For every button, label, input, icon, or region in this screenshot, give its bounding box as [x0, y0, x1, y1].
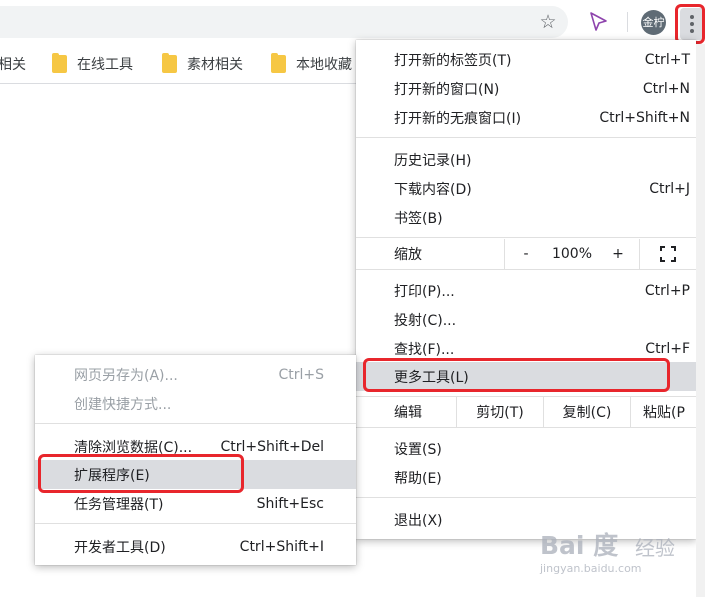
- bookmark-folder[interactable]: 在线工具: [52, 53, 133, 75]
- cursor-arrow-icon[interactable]: [585, 9, 611, 35]
- menu-item-label: 打开新的窗口(N): [394, 81, 500, 98]
- zoom-value: 100%: [551, 246, 593, 262]
- menu-item-label: 网页另存为(A)...: [74, 367, 178, 384]
- edit-row: 编辑 剪切(T) 复制(C) 粘贴(P: [356, 397, 696, 427]
- menu-item-shortcut: Ctrl+F: [645, 340, 690, 357]
- menu-item-label: 打印(P)...: [394, 283, 455, 300]
- menu-dot: [690, 22, 694, 26]
- bookmark-folder[interactable]: 素材相关: [162, 53, 243, 75]
- menu-item-history[interactable]: 历史记录(H): [356, 145, 696, 174]
- folder-icon: [271, 53, 286, 73]
- fullscreen-button[interactable]: [640, 239, 696, 269]
- menu-item-shortcut: Ctrl+Shift+I: [239, 538, 324, 555]
- bookmark-folder[interactable]: 相关: [0, 53, 26, 75]
- menu-item-shortcut: Ctrl+P: [644, 282, 690, 299]
- menu-item-help[interactable]: 帮助(E): [356, 463, 696, 492]
- menu-item-label: 创建快捷方式...: [74, 396, 172, 413]
- cut-button[interactable]: 剪切(T): [457, 397, 543, 427]
- bookmark-folder[interactable]: 本地收藏: [271, 53, 352, 75]
- submenu-item-save-page[interactable]: 网页另存为(A)... Ctrl+S: [35, 360, 356, 389]
- profile-avatar[interactable]: 金柠: [641, 10, 666, 35]
- folder-icon: [52, 53, 67, 73]
- menu-item-label: 打开新的标签页(T): [394, 52, 512, 69]
- zoom-label: 缩放: [394, 247, 422, 263]
- menu-item-shortcut: Ctrl+Shift+N: [599, 109, 690, 126]
- menu-item-new-window[interactable]: 打开新的窗口(N) Ctrl+N: [356, 74, 696, 103]
- menu-separator: [35, 423, 356, 424]
- menu-separator: [356, 237, 696, 238]
- menu-item-shortcut: Ctrl+N: [642, 80, 690, 97]
- menu-item-downloads[interactable]: 下载内容(D) Ctrl+J: [356, 174, 696, 203]
- menu-item-shortcut: Ctrl+J: [649, 180, 690, 197]
- copy-button[interactable]: 复制(C): [544, 397, 630, 427]
- submenu-item-task-manager[interactable]: 任务管理器(T) Shift+Esc: [35, 489, 356, 518]
- menu-item-label: 帮助(E): [394, 470, 442, 487]
- submenu-item-create-shortcut[interactable]: 创建快捷方式...: [35, 389, 356, 418]
- folder-icon: [162, 53, 177, 73]
- submenu-item-clear-data[interactable]: 清除浏览数据(C)... Ctrl+Shift+Del: [35, 432, 356, 461]
- menu-item-label: 书签(B): [394, 210, 443, 227]
- menu-item-label: 投射(C)...: [394, 312, 457, 329]
- menu-item-label: 打开新的无痕窗口(I): [394, 110, 522, 127]
- menu-item-label: 历史记录(H): [394, 152, 472, 169]
- edit-label: 编辑: [394, 405, 422, 421]
- menu-dot: [690, 15, 694, 19]
- menu-item-more-tools[interactable]: 更多工具(L): [356, 362, 696, 391]
- menu-item-new-incognito[interactable]: 打开新的无痕窗口(I) Ctrl+Shift+N: [356, 103, 696, 132]
- menu-item-shortcut: Shift+Esc: [256, 495, 324, 512]
- menu-item-label: 退出(X): [394, 512, 443, 529]
- bookmark-star-icon[interactable]: ☆: [534, 8, 562, 36]
- browser-toolbar: ☆ 金柠: [0, 0, 705, 44]
- page-scrollbar[interactable]: [696, 44, 705, 597]
- menu-item-label: 更多工具(L): [394, 369, 469, 386]
- menu-separator: [356, 269, 696, 270]
- submenu-item-dev-tools[interactable]: 开发者工具(D) Ctrl+Shift+I: [35, 532, 356, 561]
- menu-dot: [690, 29, 694, 33]
- menu-item-label: 设置(S): [394, 441, 442, 458]
- menu-item-label: 查找(F)...: [394, 341, 455, 358]
- menu-item-shortcut: Ctrl+T: [644, 51, 690, 68]
- menu-separator: [356, 427, 696, 428]
- more-tools-submenu: 网页另存为(A)... Ctrl+S 创建快捷方式... 清除浏览数据(C)..…: [35, 355, 356, 565]
- menu-item-new-tab[interactable]: 打开新的标签页(T) Ctrl+T: [356, 45, 696, 74]
- menu-item-label: 扩展程序(E): [74, 467, 150, 484]
- chrome-menu-button[interactable]: [680, 8, 704, 40]
- menu-separator: [356, 137, 696, 138]
- submenu-item-extensions[interactable]: 扩展程序(E): [35, 460, 356, 489]
- menu-item-label: 下载内容(D): [394, 181, 472, 198]
- address-bar[interactable]: [0, 6, 568, 38]
- zoom-out-button[interactable]: -: [505, 239, 547, 269]
- watermark-url: jingyan.baidu.com: [540, 562, 642, 575]
- menu-item-label: 清除浏览数据(C)...: [74, 439, 193, 456]
- zoom-row: 缩放 - 100% +: [356, 239, 696, 269]
- fullscreen-icon: [660, 246, 676, 262]
- paste-button[interactable]: 粘贴(P: [631, 397, 696, 427]
- menu-item-shortcut: Ctrl+S: [278, 366, 324, 383]
- menu-item-exit[interactable]: 退出(X): [356, 505, 696, 534]
- bookmark-label: 相关: [0, 57, 26, 73]
- menu-item-label: 任务管理器(T): [74, 496, 164, 513]
- menu-separator: [356, 497, 696, 498]
- bookmark-label: 在线工具: [77, 57, 133, 73]
- chrome-main-menu: 打开新的标签页(T) Ctrl+T 打开新的窗口(N) Ctrl+N 打开新的无…: [356, 40, 696, 539]
- menu-item-print[interactable]: 打印(P)... Ctrl+P: [356, 276, 696, 305]
- toolbar-divider: [627, 12, 628, 32]
- bookmark-label: 本地收藏: [296, 57, 352, 73]
- zoom-in-button[interactable]: +: [597, 239, 639, 269]
- bookmark-label: 素材相关: [187, 57, 243, 73]
- menu-item-settings[interactable]: 设置(S): [356, 434, 696, 463]
- menu-item-find[interactable]: 查找(F)... Ctrl+F: [356, 334, 696, 363]
- menu-separator: [35, 523, 356, 524]
- menu-item-label: 开发者工具(D): [74, 539, 166, 556]
- menu-item-bookmarks[interactable]: 书签(B): [356, 203, 696, 232]
- menu-item-cast[interactable]: 投射(C)...: [356, 305, 696, 334]
- menu-item-shortcut: Ctrl+Shift+Del: [220, 438, 324, 455]
